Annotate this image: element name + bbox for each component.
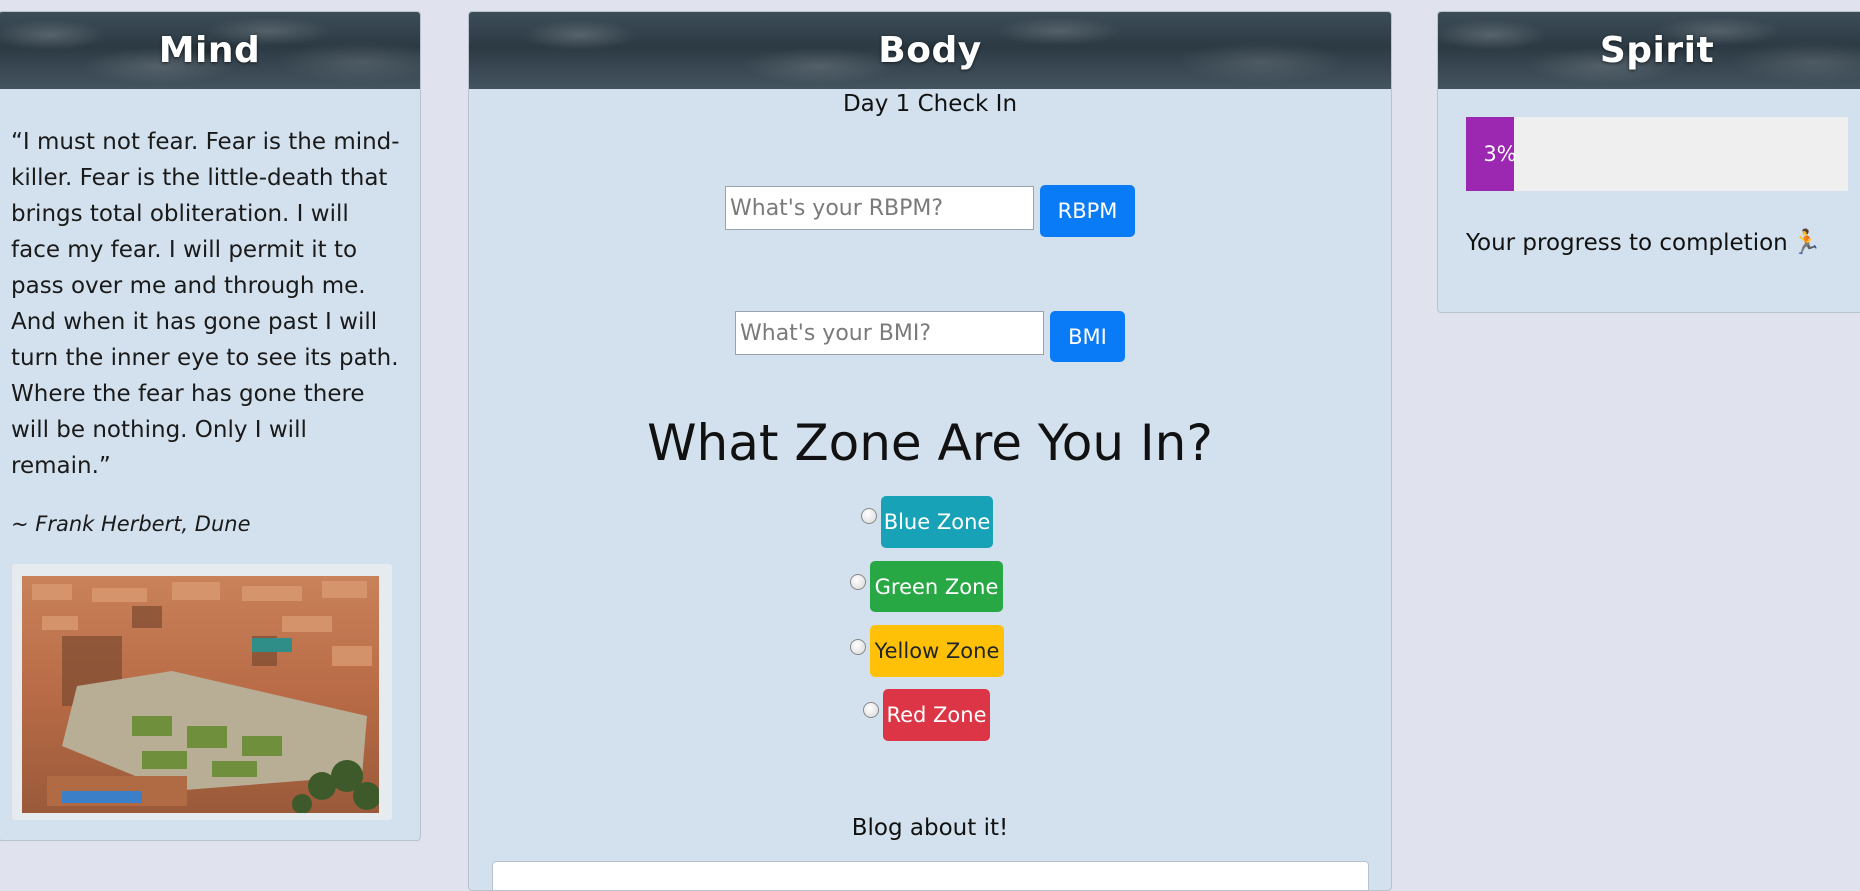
bmi-input[interactable] bbox=[735, 311, 1044, 355]
mind-card-title: Mind bbox=[158, 30, 261, 71]
zone-heading: What Zone Are You In? bbox=[647, 414, 1213, 472]
progress-caption-text: Your progress to completion bbox=[1466, 230, 1788, 256]
running-person-icon: 🏃 bbox=[1791, 228, 1822, 256]
rbpm-button[interactable]: RBPM bbox=[1040, 185, 1135, 237]
city-plaza-photo bbox=[22, 576, 379, 813]
spirit-card: Spirit 3% Your progress to completion 🏃 bbox=[1437, 11, 1860, 313]
quote-text: “I must not fear. Fear is the mind-kille… bbox=[11, 129, 400, 479]
blue-zone-radio[interactable] bbox=[861, 508, 877, 524]
quote-author: ~ Frank Herbert, Dune bbox=[11, 512, 251, 536]
blue-zone-button[interactable]: Blue Zone bbox=[881, 496, 993, 548]
green-zone-radio[interactable] bbox=[850, 574, 866, 590]
body-card: Body Day 1 Check In RBPM BMI What Zone A… bbox=[468, 11, 1392, 891]
mind-card: Mind “I must not fear. Fear is the mind-… bbox=[0, 11, 421, 841]
spirit-card-header: Spirit bbox=[1438, 12, 1860, 89]
progress-value: 3% bbox=[1483, 142, 1517, 166]
rbpm-input[interactable] bbox=[725, 186, 1034, 230]
green-zone-button[interactable]: Green Zone bbox=[870, 561, 1003, 612]
spirit-card-title: Spirit bbox=[1599, 30, 1715, 71]
mind-card-header: Mind bbox=[0, 12, 420, 89]
blog-label: Blog about it! bbox=[851, 815, 1009, 841]
progress-bar: 3% bbox=[1466, 117, 1848, 191]
red-zone-radio[interactable] bbox=[863, 702, 879, 718]
body-card-title: Body bbox=[878, 30, 982, 71]
progress-caption: Your progress to completion 🏃 bbox=[1466, 228, 1822, 256]
blog-textarea[interactable] bbox=[492, 861, 1369, 890]
checkin-label: Day 1 Check In bbox=[842, 91, 1018, 117]
bmi-button[interactable]: BMI bbox=[1050, 311, 1125, 362]
body-card-header: Body bbox=[469, 12, 1391, 89]
yellow-zone-button[interactable]: Yellow Zone bbox=[870, 625, 1004, 677]
yellow-zone-radio[interactable] bbox=[850, 639, 866, 655]
progress-fill: 3% bbox=[1466, 117, 1517, 191]
red-zone-button[interactable]: Red Zone bbox=[883, 689, 990, 741]
